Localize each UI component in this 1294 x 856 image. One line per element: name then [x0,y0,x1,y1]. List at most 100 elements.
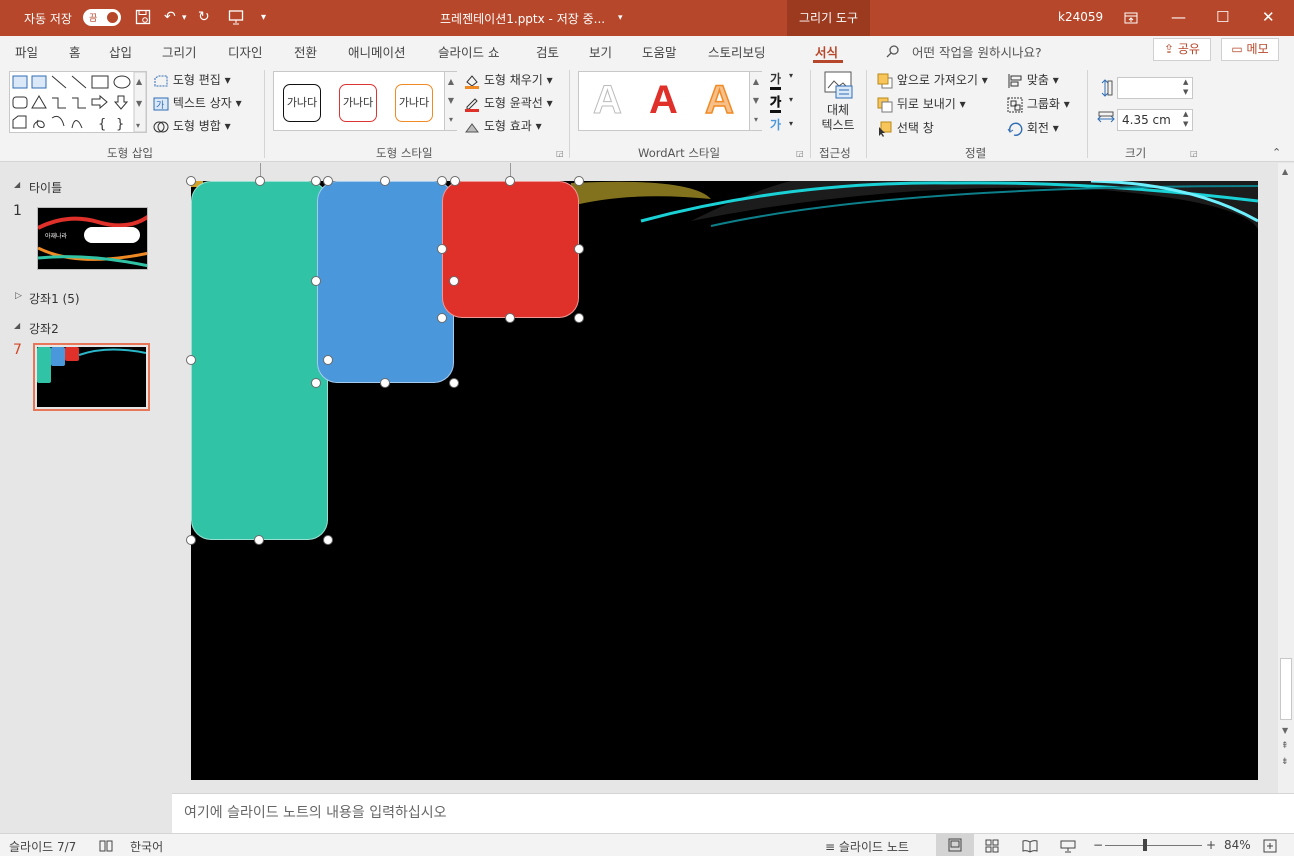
scroll-down-icon[interactable]: ▼ [1282,726,1288,735]
resize-handle[interactable] [254,535,264,545]
text-fill-button[interactable]: 가 [770,70,782,90]
resize-handle[interactable] [323,535,333,545]
normal-view-button[interactable] [936,834,974,856]
title-dropdown-icon[interactable]: ▾ [618,13,623,23]
resize-handle[interactable] [186,355,196,365]
scroll-up-icon[interactable]: ▲ [1282,167,1288,176]
slide-canvas[interactable] [191,181,1258,780]
shape-effects-button[interactable]: 도형 효과 ▾ [464,117,542,134]
resize-handle[interactable] [574,176,584,186]
shape-gallery[interactable]: { } ▲ ▼ ▾ [9,71,147,133]
tell-me-input[interactable]: 어떤 작업을 원하시나요? [912,42,1042,61]
customize-qat-icon[interactable]: ▾ [261,12,266,23]
shape-style-preset-3[interactable]: 가나다 [395,84,433,122]
resize-handle[interactable] [449,378,459,388]
resize-handle[interactable] [437,244,447,254]
edit-shape-button[interactable]: 도형 편집 ▾ [153,71,231,88]
zoom-in-icon[interactable]: + [1206,838,1216,852]
width-spinner[interactable]: ▲ ▼ [1183,109,1188,129]
wordart-preset-3[interactable]: A [704,77,734,123]
bring-forward-button[interactable]: 앞으로 가져오기 ▾ [877,71,988,89]
zoom-slider-thumb[interactable] [1143,839,1147,851]
height-input[interactable] [1117,77,1193,99]
language-indicator[interactable]: 한국어 [130,838,163,855]
tab-design[interactable]: 디자인 [228,42,263,61]
collapse-ribbon-icon[interactable]: ⌃ [1272,146,1281,159]
text-outline-button[interactable]: 가 [770,93,781,113]
wordart-launcher-icon[interactable]: ◲ [796,149,804,158]
vertical-scrollbar[interactable]: ▲ ▼ ⇞ ⇟ [1278,163,1294,793]
merge-shapes-button[interactable]: 도형 병합 ▾ [153,117,231,134]
tab-insert[interactable]: 삽입 [109,42,132,61]
section-title[interactable]: 타이틀 [29,179,62,196]
rounded-rectangle-blue[interactable] [317,181,454,383]
section-expand-icon[interactable]: ▷ [15,291,22,301]
resize-handle[interactable] [380,176,390,186]
group-button[interactable]: 그룹화 ▾ [1007,95,1070,113]
tab-storyboarding[interactable]: 스토리보딩 [708,42,766,61]
shape-styles-launcher-icon[interactable]: ◲ [556,149,564,158]
undo-icon[interactable]: ↶ [164,9,176,25]
tab-animations[interactable]: 애니메이션 [348,42,406,61]
section-title[interactable]: 강좌2 [29,320,59,337]
wordart-preset-1[interactable]: A [593,78,623,123]
reading-view-icon[interactable] [1022,838,1038,853]
resize-handle[interactable] [574,244,584,254]
align-button[interactable]: 맞춤 ▾ [1007,71,1059,89]
section-collapse-icon[interactable]: ◢ [14,321,20,330]
text-fill-dropdown-icon[interactable]: ▾ [789,71,793,80]
shape-fill-button[interactable]: 도형 채우기 ▾ [464,71,553,89]
scroll-thumb[interactable] [1280,658,1292,720]
size-launcher-icon[interactable]: ◲ [1190,149,1198,158]
shape-style-scroll[interactable]: ▲ ▼ ▾ [444,72,457,130]
ribbon-display-icon[interactable] [1124,8,1138,26]
minimize-icon[interactable]: — [1171,8,1186,26]
send-backward-button[interactable]: 뒤로 보내기 ▾ [877,95,966,113]
resize-handle[interactable] [437,176,447,186]
resize-handle[interactable] [255,176,265,186]
slide-sorter-icon[interactable] [985,838,1000,853]
text-effects-dropdown-icon[interactable]: ▾ [789,119,793,128]
next-slide-icon[interactable]: ⇟ [1281,757,1289,767]
tab-transitions[interactable]: 전환 [294,42,317,61]
tab-format[interactable]: 서식 [815,42,838,61]
section-title[interactable]: 강좌1 (5) [29,290,80,307]
slide-thumbnail-7-selected[interactable] [33,343,150,411]
zoom-level[interactable]: 84% [1224,838,1251,852]
notes-toggle[interactable]: ≡ 슬라이드 노트 [825,838,909,855]
resize-handle[interactable] [437,313,447,323]
resize-handle[interactable] [380,378,390,388]
tab-draw[interactable]: 그리기 [162,42,197,61]
resize-handle[interactable] [505,176,515,186]
close-icon[interactable]: ✕ [1262,8,1275,26]
resize-handle[interactable] [186,176,196,186]
fit-to-window-icon[interactable] [1263,838,1277,853]
selection-pane-button[interactable]: 선택 창 [877,119,934,137]
alt-text-button[interactable]: 대체 텍스트 [816,70,860,140]
share-button[interactable]: ⇪ 공유 [1153,38,1211,61]
slide-thumbnail-1[interactable]: 아재나라 [37,207,148,270]
previous-slide-icon[interactable]: ⇞ [1281,741,1289,751]
slideshow-icon[interactable] [1060,838,1076,853]
tab-slideshow[interactable]: 슬라이드 쇼 [438,42,499,61]
maximize-icon[interactable]: ☐ [1216,8,1229,26]
resize-handle[interactable] [505,313,515,323]
tab-review[interactable]: 검토 [536,42,559,61]
wordart-gallery[interactable]: A A A ▲ ▼ ▾ [578,71,762,131]
resize-handle[interactable] [323,176,333,186]
rotate-button[interactable]: 회전 ▾ [1007,119,1059,137]
resize-handle[interactable] [323,355,333,365]
resize-handle[interactable] [186,535,196,545]
tab-file[interactable]: 파일 [15,42,38,61]
shape-outline-button[interactable]: 도형 윤곽선 ▾ [464,94,553,112]
comments-button[interactable]: ▭ 메모 [1221,38,1279,61]
redo-icon[interactable]: ↻ [198,9,210,25]
resize-handle[interactable] [311,276,321,286]
tab-view[interactable]: 보기 [589,42,612,61]
wordart-scroll[interactable]: ▲ ▼ ▾ [749,72,762,130]
spell-check-icon[interactable] [98,838,114,853]
text-outline-dropdown-icon[interactable]: ▾ [789,95,793,104]
resize-handle[interactable] [450,176,460,186]
text-box-button[interactable]: 가 텍스트 상자 ▾ [153,94,242,111]
text-effects-button[interactable]: 가 [770,116,781,133]
